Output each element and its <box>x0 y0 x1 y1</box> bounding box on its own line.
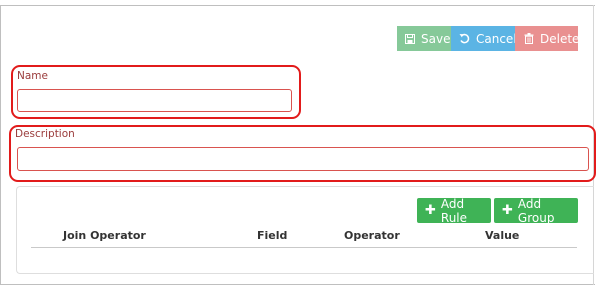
column-header-join-operator: Join Operator <box>63 229 146 242</box>
trash-icon <box>524 33 534 44</box>
column-header-field: Field <box>257 229 288 242</box>
plus-icon: ✚ <box>502 203 513 218</box>
column-header-operator: Operator <box>344 229 400 242</box>
name-label: Name <box>17 70 48 82</box>
floppy-disk-icon <box>405 33 415 44</box>
plus-icon: ✚ <box>425 203 436 218</box>
save-button[interactable]: Save <box>397 26 451 51</box>
name-input[interactable] <box>17 89 292 112</box>
description-label: Description <box>15 128 75 140</box>
add-group-button[interactable]: ✚ Add Group <box>494 196 578 225</box>
cancel-button[interactable]: Cancel <box>451 26 517 51</box>
add-rule-button[interactable]: ✚ Add Rule <box>417 196 491 225</box>
undo-icon <box>459 33 470 44</box>
delete-button-label: Delete <box>540 31 580 46</box>
description-input[interactable] <box>17 147 589 171</box>
cancel-button-label: Cancel <box>476 31 517 46</box>
delete-button[interactable]: Delete <box>515 26 580 51</box>
column-header-value: Value <box>485 229 520 242</box>
add-rule-label: Add Rule <box>440 196 468 225</box>
add-group-label: Add Group <box>517 196 555 225</box>
table-header-divider <box>31 247 577 248</box>
save-button-label: Save <box>421 31 451 46</box>
toolbar: Save Cancel Delete <box>397 26 580 51</box>
